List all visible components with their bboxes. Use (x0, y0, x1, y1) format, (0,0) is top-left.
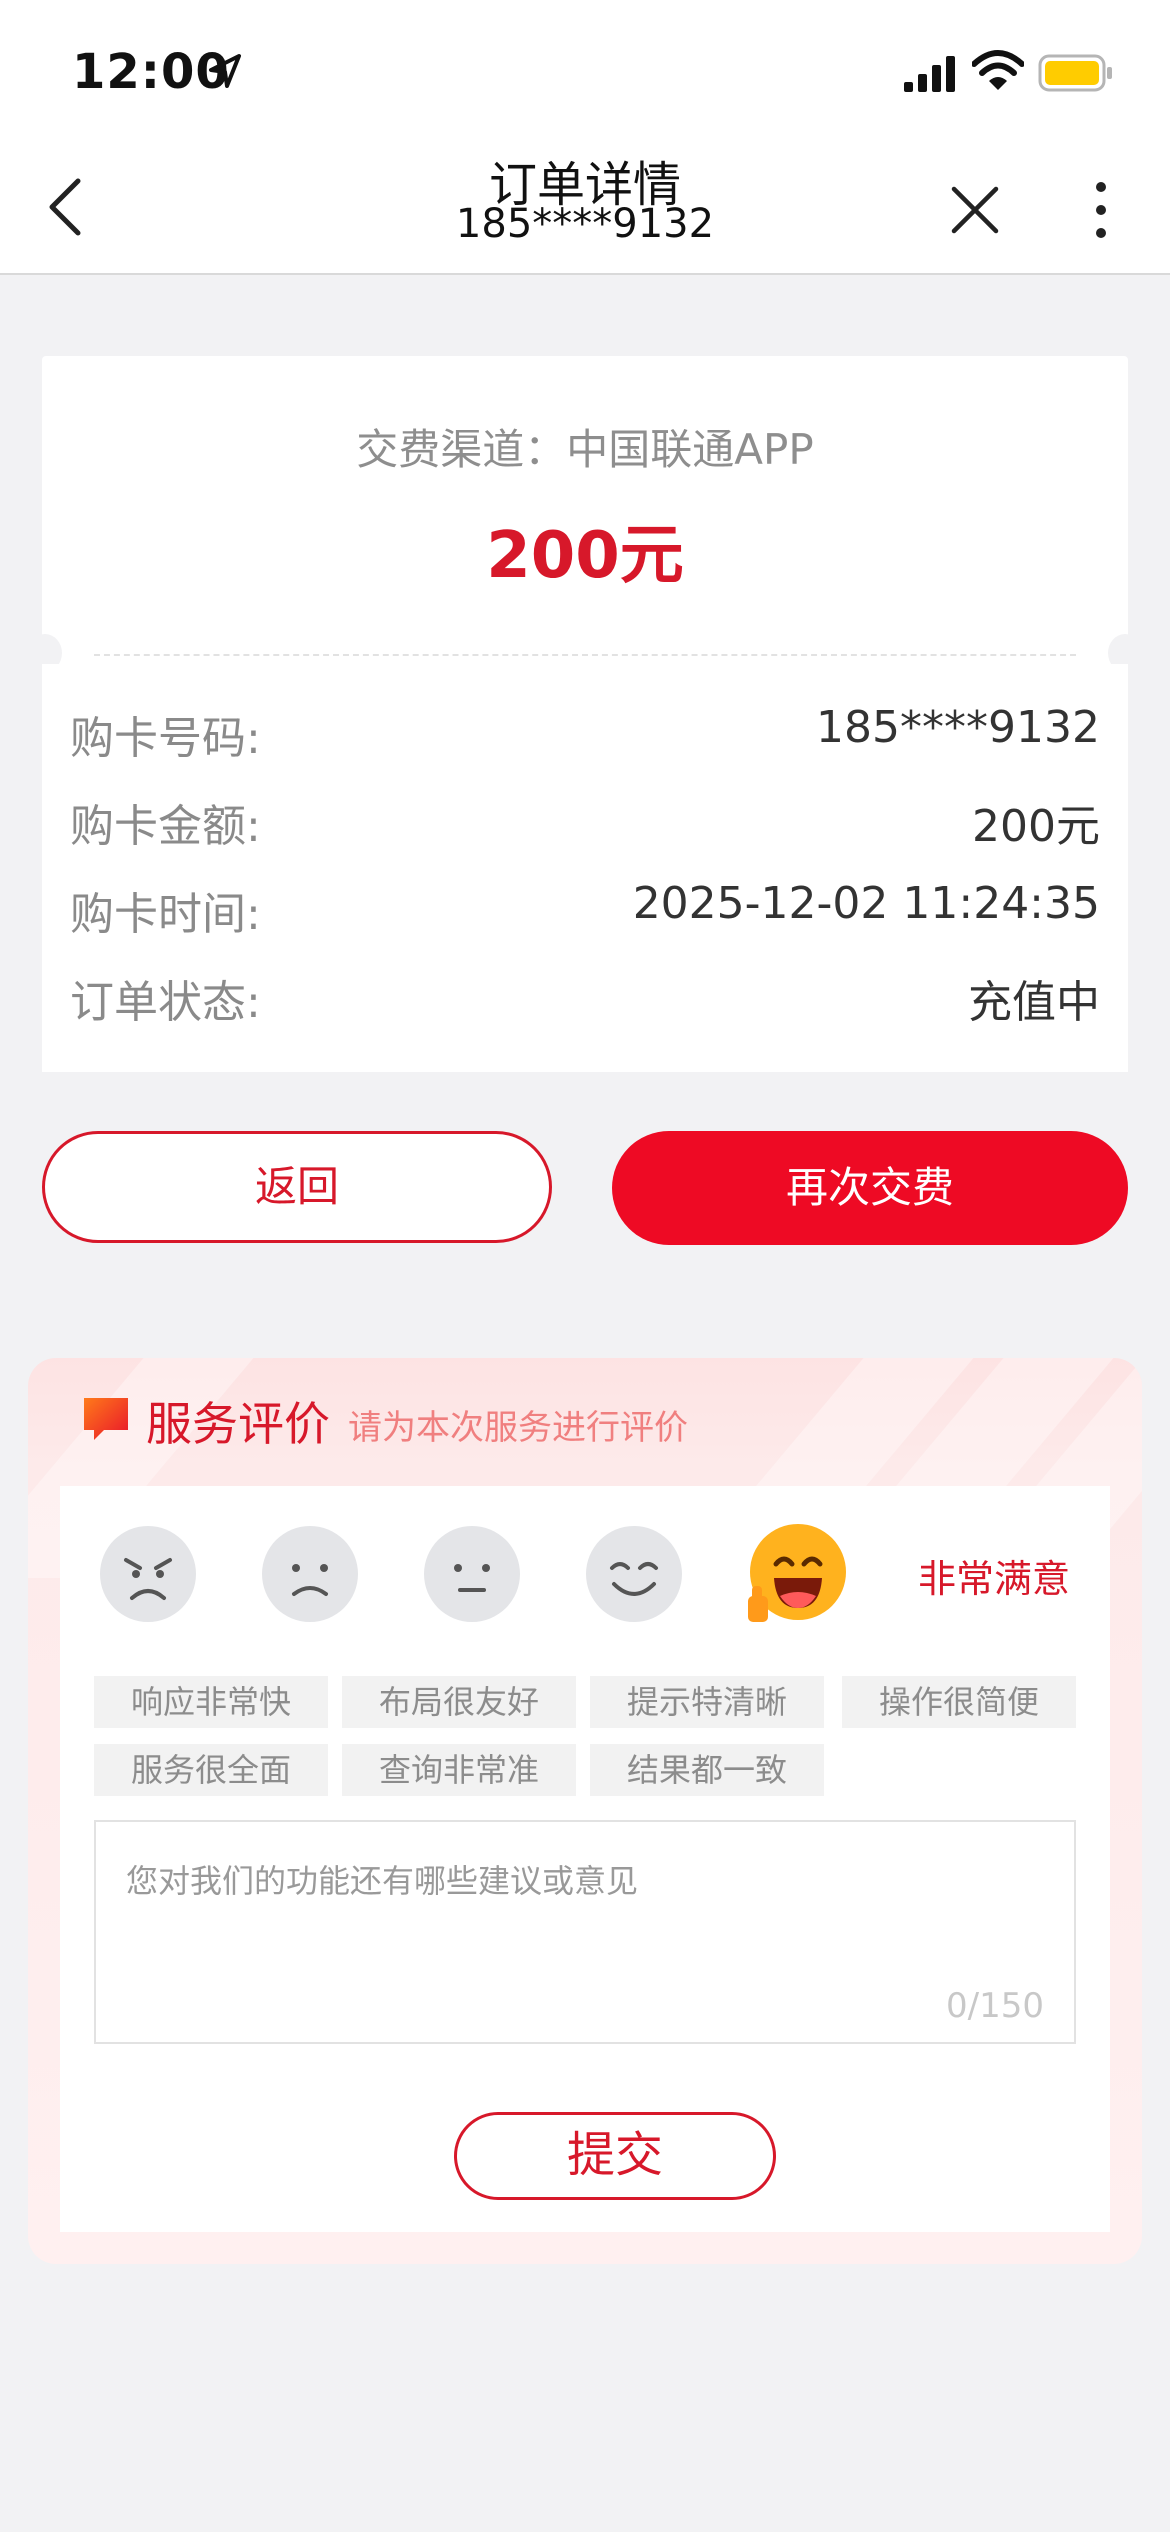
detail-row-time: 购卡时间: 2025-12-02 11:24:35 (42, 878, 1128, 948)
angry-face-icon[interactable] (98, 1524, 198, 1624)
detail-row-amount: 购卡金额: 200元 (42, 790, 1128, 860)
grinning-thumbs-up-face-icon[interactable] (746, 1524, 846, 1624)
feedback-input[interactable] (96, 1822, 1074, 2042)
detail-value: 充值中 (968, 977, 1100, 1028)
detail-row-phone: 购卡号码: 185****9132 (42, 702, 1128, 772)
detail-label: 订单状态: (70, 977, 261, 1028)
speech-bubble-icon (84, 1398, 128, 1440)
character-counter: 0/150 (946, 1986, 1044, 2026)
order-details-card: 购卡号码: 185****9132 购卡金额: 200元 购卡时间: 2025-… (42, 664, 1128, 1072)
detail-value: 185****9132 (816, 702, 1100, 753)
detail-value: 200元 (972, 801, 1100, 852)
close-icon[interactable] (948, 183, 1002, 237)
rating-tag[interactable]: 提示特清晰 (590, 1676, 824, 1728)
back-button[interactable]: 返回 (42, 1131, 552, 1243)
detail-row-status: 订单状态: 充值中 (42, 966, 1128, 1036)
rating-tag[interactable]: 查询非常准 (342, 1744, 576, 1796)
nav-bar: 订单详情 185****9132 (0, 135, 1170, 275)
sad-face-icon[interactable] (260, 1524, 360, 1624)
order-amount: 200元 (486, 519, 684, 593)
detail-label: 购卡金额: (70, 801, 261, 852)
rating-content: 非常满意 响应非常快 布局很友好 提示特清晰 操作很简便 服务很全面 查询非常准… (60, 1486, 1110, 2232)
more-vertical-icon[interactable] (1084, 179, 1118, 241)
neutral-face-icon[interactable] (422, 1524, 522, 1624)
pay-again-button[interactable]: 再次交费 (612, 1131, 1128, 1245)
rating-tag[interactable]: 结果都一致 (590, 1744, 824, 1796)
rating-tag[interactable]: 响应非常快 (94, 1676, 328, 1728)
rating-tag[interactable]: 布局很友好 (342, 1676, 576, 1728)
feedback-box: 0/150 (94, 1820, 1076, 2044)
detail-label: 购卡时间: (70, 889, 261, 940)
payment-channel: 交费渠道：中国联通APP (356, 425, 814, 474)
detail-value: 2025-12-02 11:24:35 (632, 878, 1100, 929)
submit-button[interactable]: 提交 (454, 2112, 776, 2200)
rating-title: 服务评价 (146, 1397, 330, 1451)
selected-rating-label: 非常满意 (918, 1557, 1071, 1601)
location-arrow-icon (209, 54, 241, 88)
cellular-signal-icon (904, 56, 955, 92)
rating-tag[interactable]: 操作很简便 (842, 1676, 1076, 1728)
service-rating-panel: 服务评价 请为本次服务进行评价 非常满意 响应非常快 布局很友好 提示特清晰 操… (28, 1358, 1142, 2264)
wifi-icon (972, 50, 1024, 90)
rating-hint: 请为本次服务进行评价 (348, 1408, 688, 1448)
order-summary-card: 交费渠道：中国联通APP 200元 (42, 356, 1128, 646)
rating-tag[interactable]: 服务很全面 (94, 1744, 328, 1796)
detail-label: 购卡号码: (70, 713, 261, 764)
smile-face-icon[interactable] (584, 1524, 684, 1624)
status-bar: 12:00 (0, 0, 1170, 135)
battery-icon (1038, 54, 1112, 92)
dashed-separator (94, 654, 1076, 656)
